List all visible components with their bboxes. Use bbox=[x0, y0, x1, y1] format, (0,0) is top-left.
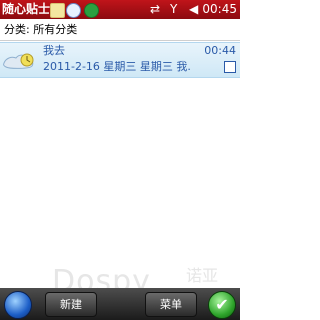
note-summary: 2011-2-16 星期三 星期三 我. bbox=[43, 60, 191, 73]
clock[interactable]: 00:45 bbox=[202, 1, 237, 18]
category-filter[interactable]: 分类: 所有分类 bbox=[0, 20, 240, 41]
app-title: 随心贴士 bbox=[2, 2, 51, 16]
note-title: 我去 bbox=[43, 44, 65, 57]
softkey-bar: 新建 菜单 ✔ bbox=[0, 288, 240, 320]
signal-icon[interactable]: Y bbox=[170, 2, 177, 17]
sync-icon[interactable] bbox=[84, 3, 99, 18]
list-item[interactable]: 我去 00:44 2011-2-16 星期三 星期三 我. bbox=[0, 42, 240, 78]
volume-icon[interactable]: ◀ bbox=[189, 2, 198, 17]
ok-icon[interactable]: ✔ bbox=[208, 291, 236, 319]
new-button[interactable]: 新建 bbox=[45, 292, 97, 317]
category-label: 分类: 所有分类 bbox=[4, 23, 78, 36]
note-checkbox[interactable] bbox=[224, 61, 236, 73]
title-bar: 随心贴士 ⇄ Y ◀ 00:45 bbox=[0, 0, 240, 19]
connection-sync-icon[interactable]: ⇄ bbox=[150, 2, 160, 17]
windows-start-icon[interactable] bbox=[4, 291, 32, 319]
notes-icon[interactable] bbox=[50, 3, 65, 18]
note-item-icon bbox=[3, 53, 34, 69]
menu-button[interactable]: 菜单 bbox=[145, 292, 197, 317]
watermark-suffix: 诺亚 bbox=[186, 266, 219, 285]
search-icon[interactable] bbox=[66, 3, 81, 18]
note-time: 00:44 bbox=[204, 44, 236, 57]
